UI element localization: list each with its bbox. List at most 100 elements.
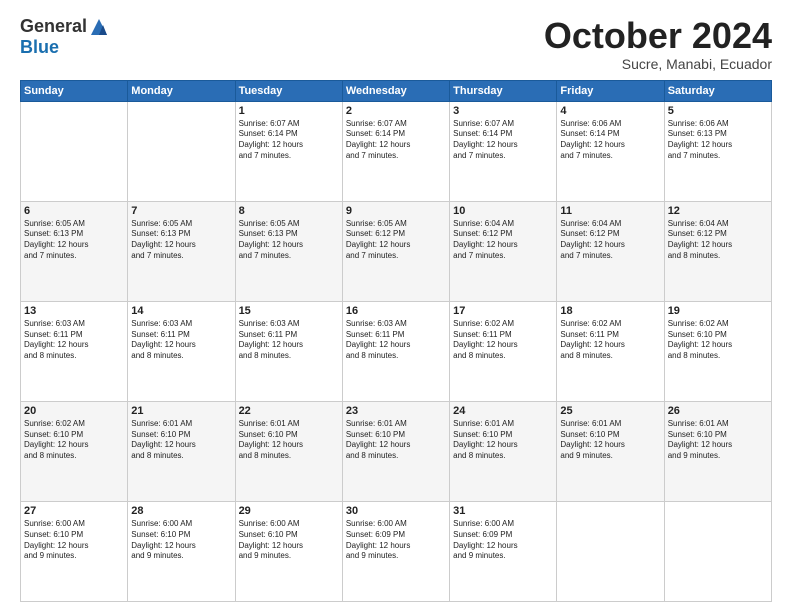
calendar-week-row: 6Sunrise: 6:05 AM Sunset: 6:13 PM Daylig… bbox=[21, 201, 772, 301]
day-number: 18 bbox=[560, 305, 660, 317]
day-number: 7 bbox=[131, 205, 231, 217]
cell-info: Sunrise: 6:07 AM Sunset: 6:14 PM Dayligh… bbox=[453, 119, 553, 162]
day-number: 31 bbox=[453, 505, 553, 517]
header: General Blue October 2024 Sucre, Manabi,… bbox=[20, 16, 772, 72]
table-row: 24 Sunrise: 6:01 AM Sunset: 6:10 PM Dayli… bbox=[450, 401, 557, 501]
day-number: 29 bbox=[239, 505, 339, 517]
calendar-week-row: 13Sunrise: 6:03 AM Sunset: 6:11 PM Dayli… bbox=[21, 301, 772, 401]
day-number: 25 bbox=[560, 405, 660, 417]
day-number: 30 bbox=[346, 505, 446, 517]
cell-info: Sunrise: 6:03 AM Sunset: 6:11 PM Dayligh… bbox=[131, 319, 231, 362]
cell-info: Sunrise: 6:04 AM Sunset: 6:12 PM Dayligh… bbox=[453, 219, 553, 262]
cell-info: Sunrise: 6:00 AM Sunset: 6:10 PM Dayligh… bbox=[24, 519, 124, 562]
cell-info: Sunrise: 6:04 AM Sunset: 6:12 PM Dayligh… bbox=[668, 219, 768, 262]
cell-info: Sunrise: 6:01 AM Sunset: 6:10 PM Dayligh… bbox=[131, 419, 231, 462]
table-row: 20 Sunrise: 6:02 AM Sunset: 6:10 PM Dayli… bbox=[21, 401, 128, 501]
cell-info: Sunrise: 6:00 AM Sunset: 6:09 PM Dayligh… bbox=[453, 519, 553, 562]
table-row bbox=[128, 101, 235, 201]
table-row: 26 Sunrise: 6:01 AM Sunset: 6:10 PM Dayli… bbox=[664, 401, 771, 501]
cell-info: Sunrise: 6:07 AM Sunset: 6:14 PM Dayligh… bbox=[239, 119, 339, 162]
day-number: 24 bbox=[453, 405, 553, 417]
page: General Blue October 2024 Sucre, Manabi,… bbox=[0, 0, 792, 612]
cell-info: Sunrise: 6:07 AM Sunset: 6:14 PM Dayligh… bbox=[346, 119, 446, 162]
cell-info: Sunrise: 6:01 AM Sunset: 6:10 PM Dayligh… bbox=[346, 419, 446, 462]
cell-info: Sunrise: 6:03 AM Sunset: 6:11 PM Dayligh… bbox=[24, 319, 124, 362]
table-row: 21Sunrise: 6:01 AM Sunset: 6:10 PM Dayli… bbox=[128, 401, 235, 501]
table-row: 9Sunrise: 6:05 AM Sunset: 6:12 PM Daylig… bbox=[342, 201, 449, 301]
table-row: 31 Sunrise: 6:00 AM Sunset: 6:09 PM Dayli… bbox=[450, 501, 557, 601]
day-number: 8 bbox=[239, 205, 339, 217]
day-number: 5 bbox=[668, 105, 768, 117]
table-row: 4Sunrise: 6:06 AM Sunset: 6:14 PM Daylig… bbox=[557, 101, 664, 201]
cell-info: Sunrise: 6:05 AM Sunset: 6:13 PM Dayligh… bbox=[24, 219, 124, 262]
logo: General Blue bbox=[20, 16, 109, 58]
day-number: 4 bbox=[560, 105, 660, 117]
month-title: October 2024 bbox=[544, 16, 772, 56]
header-monday: Monday bbox=[128, 80, 235, 101]
table-row: 29 Sunrise: 6:00 AM Sunset: 6:10 PM Dayli… bbox=[235, 501, 342, 601]
day-number: 23 bbox=[346, 405, 446, 417]
header-tuesday: Tuesday bbox=[235, 80, 342, 101]
table-row bbox=[21, 101, 128, 201]
calendar-table: Sunday Monday Tuesday Wednesday Thursday… bbox=[20, 80, 772, 602]
day-number: 11 bbox=[560, 205, 660, 217]
table-row: 28 Sunrise: 6:00 AM Sunset: 6:10 PM Dayli… bbox=[128, 501, 235, 601]
day-number: 15 bbox=[239, 305, 339, 317]
calendar-header-row: Sunday Monday Tuesday Wednesday Thursday… bbox=[21, 80, 772, 101]
calendar-week-row: 20 Sunrise: 6:02 AM Sunset: 6:10 PM Dayli… bbox=[21, 401, 772, 501]
table-row: 15Sunrise: 6:03 AM Sunset: 6:11 PM Dayli… bbox=[235, 301, 342, 401]
table-row: 7 Sunrise: 6:05 AM Sunset: 6:13 PM Daylig… bbox=[128, 201, 235, 301]
cell-info: Sunrise: 6:00 AM Sunset: 6:10 PM Dayligh… bbox=[239, 519, 339, 562]
cell-info: Sunrise: 6:00 AM Sunset: 6:10 PM Dayligh… bbox=[131, 519, 231, 562]
table-row: 18 Sunrise: 6:02 AM Sunset: 6:11 PM Dayli… bbox=[557, 301, 664, 401]
day-number: 19 bbox=[668, 305, 768, 317]
table-row: 10 Sunrise: 6:04 AM Sunset: 6:12 PM Dayli… bbox=[450, 201, 557, 301]
day-number: 9 bbox=[346, 205, 446, 217]
cell-info: Sunrise: 6:05 AM Sunset: 6:13 PM Dayligh… bbox=[131, 219, 231, 262]
table-row: 30 Sunrise: 6:00 AM Sunset: 6:09 PM Dayli… bbox=[342, 501, 449, 601]
cell-info: Sunrise: 6:05 AM Sunset: 6:13 PM Dayligh… bbox=[239, 219, 339, 262]
day-number: 22 bbox=[239, 405, 339, 417]
day-number: 20 bbox=[24, 405, 124, 417]
day-number: 3 bbox=[453, 105, 553, 117]
day-number: 10 bbox=[453, 205, 553, 217]
table-row: 2 Sunrise: 6:07 AM Sunset: 6:14 PM Daylig… bbox=[342, 101, 449, 201]
table-row: 12 Sunrise: 6:04 AM Sunset: 6:12 PM Dayli… bbox=[664, 201, 771, 301]
subtitle: Sucre, Manabi, Ecuador bbox=[544, 56, 772, 72]
header-sunday: Sunday bbox=[21, 80, 128, 101]
cell-info: Sunrise: 6:02 AM Sunset: 6:10 PM Dayligh… bbox=[24, 419, 124, 462]
header-thursday: Thursday bbox=[450, 80, 557, 101]
day-number: 28 bbox=[131, 505, 231, 517]
table-row: 3 Sunrise: 6:07 AM Sunset: 6:14 PM Daylig… bbox=[450, 101, 557, 201]
table-row: 5 Sunrise: 6:06 AM Sunset: 6:13 PM Daylig… bbox=[664, 101, 771, 201]
cell-info: Sunrise: 6:02 AM Sunset: 6:11 PM Dayligh… bbox=[560, 319, 660, 362]
cell-info: Sunrise: 6:01 AM Sunset: 6:10 PM Dayligh… bbox=[668, 419, 768, 462]
table-row: 23 Sunrise: 6:01 AM Sunset: 6:10 PM Dayli… bbox=[342, 401, 449, 501]
table-row bbox=[557, 501, 664, 601]
logo-icon bbox=[89, 17, 109, 37]
header-wednesday: Wednesday bbox=[342, 80, 449, 101]
day-number: 2 bbox=[346, 105, 446, 117]
table-row: 13Sunrise: 6:03 AM Sunset: 6:11 PM Dayli… bbox=[21, 301, 128, 401]
header-saturday: Saturday bbox=[664, 80, 771, 101]
table-row: 14Sunrise: 6:03 AM Sunset: 6:11 PM Dayli… bbox=[128, 301, 235, 401]
cell-info: Sunrise: 6:00 AM Sunset: 6:09 PM Dayligh… bbox=[346, 519, 446, 562]
day-number: 27 bbox=[24, 505, 124, 517]
cell-info: Sunrise: 6:03 AM Sunset: 6:11 PM Dayligh… bbox=[346, 319, 446, 362]
day-number: 26 bbox=[668, 405, 768, 417]
calendar-week-row: 27 Sunrise: 6:00 AM Sunset: 6:10 PM Dayli… bbox=[21, 501, 772, 601]
calendar-week-row: 1 Sunrise: 6:07 AM Sunset: 6:14 PM Daylig… bbox=[21, 101, 772, 201]
header-friday: Friday bbox=[557, 80, 664, 101]
cell-info: Sunrise: 6:04 AM Sunset: 6:12 PM Dayligh… bbox=[560, 219, 660, 262]
table-row: 1 Sunrise: 6:07 AM Sunset: 6:14 PM Daylig… bbox=[235, 101, 342, 201]
day-number: 17 bbox=[453, 305, 553, 317]
cell-info: Sunrise: 6:06 AM Sunset: 6:13 PM Dayligh… bbox=[668, 119, 768, 162]
day-number: 12 bbox=[668, 205, 768, 217]
table-row bbox=[664, 501, 771, 601]
table-row: 27 Sunrise: 6:00 AM Sunset: 6:10 PM Dayli… bbox=[21, 501, 128, 601]
cell-info: Sunrise: 6:01 AM Sunset: 6:10 PM Dayligh… bbox=[453, 419, 553, 462]
table-row: 19Sunrise: 6:02 AM Sunset: 6:10 PM Dayli… bbox=[664, 301, 771, 401]
table-row: 25Sunrise: 6:01 AM Sunset: 6:10 PM Dayli… bbox=[557, 401, 664, 501]
cell-info: Sunrise: 6:01 AM Sunset: 6:10 PM Dayligh… bbox=[239, 419, 339, 462]
day-number: 1 bbox=[239, 105, 339, 117]
